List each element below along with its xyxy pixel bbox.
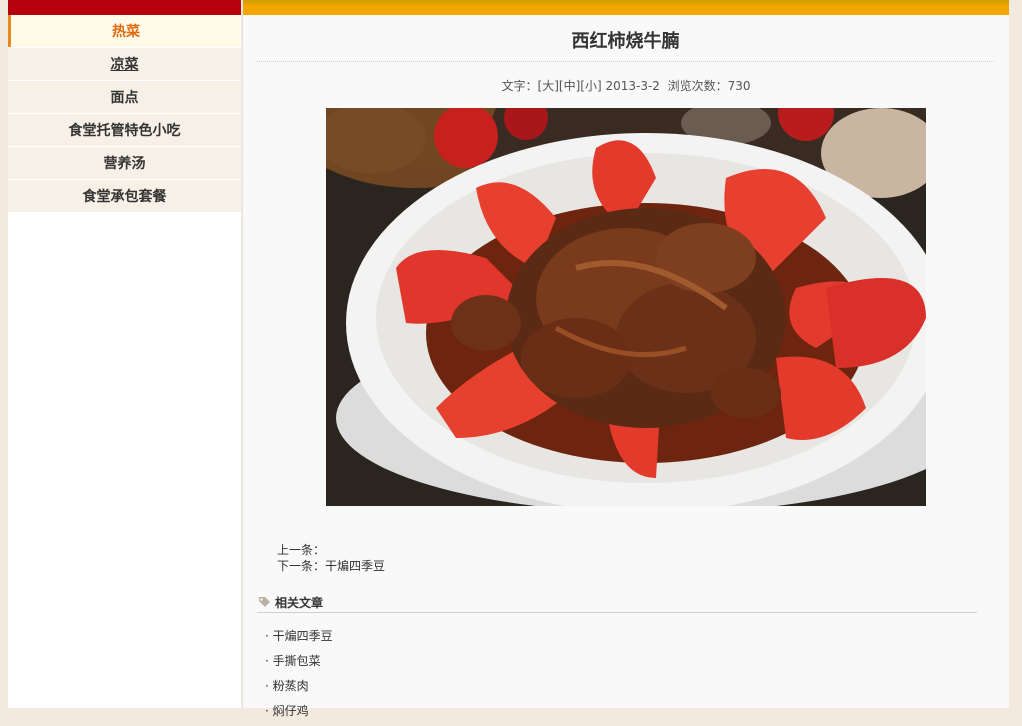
view-count: 730 xyxy=(727,79,751,93)
sidebar: 热菜 凉菜 面点 食堂托管特色小吃 营养汤 食堂承包套餐 xyxy=(8,0,241,708)
related-articles-header: 相关文章 xyxy=(257,592,977,613)
related-articles-title: 相关文章 xyxy=(275,595,324,610)
related-article-item[interactable]: 焖仔鸡 xyxy=(265,701,333,726)
sidebar-item-label: 营养汤 xyxy=(103,156,146,172)
sidebar-item-label: 凉菜 xyxy=(110,57,139,73)
sidebar-item-soup[interactable]: 营养汤 xyxy=(8,147,241,179)
prev-article: 上一条： xyxy=(277,542,385,558)
next-article-link[interactable]: 干煸四季豆 xyxy=(325,559,385,573)
sidebar-item-label: 食堂承包套餐 xyxy=(82,189,167,205)
sidebar-item-set-meals[interactable]: 食堂承包套餐 xyxy=(8,180,241,212)
sidebar-item-hot-dishes[interactable]: 热菜 xyxy=(8,15,241,47)
related-article-item[interactable]: 粉蒸肉 xyxy=(265,676,333,701)
article-nav: 上一条： 下一条：干煸四季豆 xyxy=(277,542,385,574)
font-size-small-link[interactable]: [小] xyxy=(580,79,601,93)
dish-photo-illustration xyxy=(326,108,926,506)
article-title: 西红柿烧牛腩 xyxy=(257,27,994,62)
sidebar-item-cold-dishes[interactable]: 凉菜 xyxy=(8,48,241,80)
right-border xyxy=(1009,0,1022,708)
sidebar-item-snacks[interactable]: 食堂托管特色小吃 xyxy=(8,114,241,146)
next-label: 下一条： xyxy=(277,559,326,573)
next-article: 下一条：干煸四季豆 xyxy=(277,558,385,574)
publish-date: 2013-3-2 xyxy=(605,79,660,93)
left-border xyxy=(0,0,8,708)
content-header-bar xyxy=(243,0,1009,15)
related-article-item[interactable]: 手撕包菜 xyxy=(265,651,333,676)
prev-label: 上一条： xyxy=(277,543,326,557)
main-content: 西红柿烧牛腩 文字：[大][中][小] 2013-3-2 浏览次数：730 上一… xyxy=(242,0,1009,718)
related-articles-list: 干煸四季豆 手撕包菜 粉蒸肉 焖仔鸡 xyxy=(265,626,333,726)
sidebar-header-bar xyxy=(8,0,241,15)
sidebar-item-label: 热菜 xyxy=(112,24,140,40)
tag-icon xyxy=(259,597,270,607)
sidebar-item-pastry[interactable]: 面点 xyxy=(8,81,241,113)
font-size-medium-link[interactable]: [中] xyxy=(559,79,580,93)
article-meta: 文字：[大][中][小] 2013-3-2 浏览次数：730 xyxy=(243,77,1009,94)
font-size-label: 文字： xyxy=(501,79,538,93)
dish-photo xyxy=(326,108,926,506)
sidebar-item-label: 食堂托管特色小吃 xyxy=(68,123,181,139)
views-label: 浏览次数： xyxy=(667,79,728,93)
related-article-item[interactable]: 干煸四季豆 xyxy=(265,626,333,651)
sidebar-item-label: 面点 xyxy=(110,90,139,106)
font-size-large-link[interactable]: [大] xyxy=(538,79,559,93)
